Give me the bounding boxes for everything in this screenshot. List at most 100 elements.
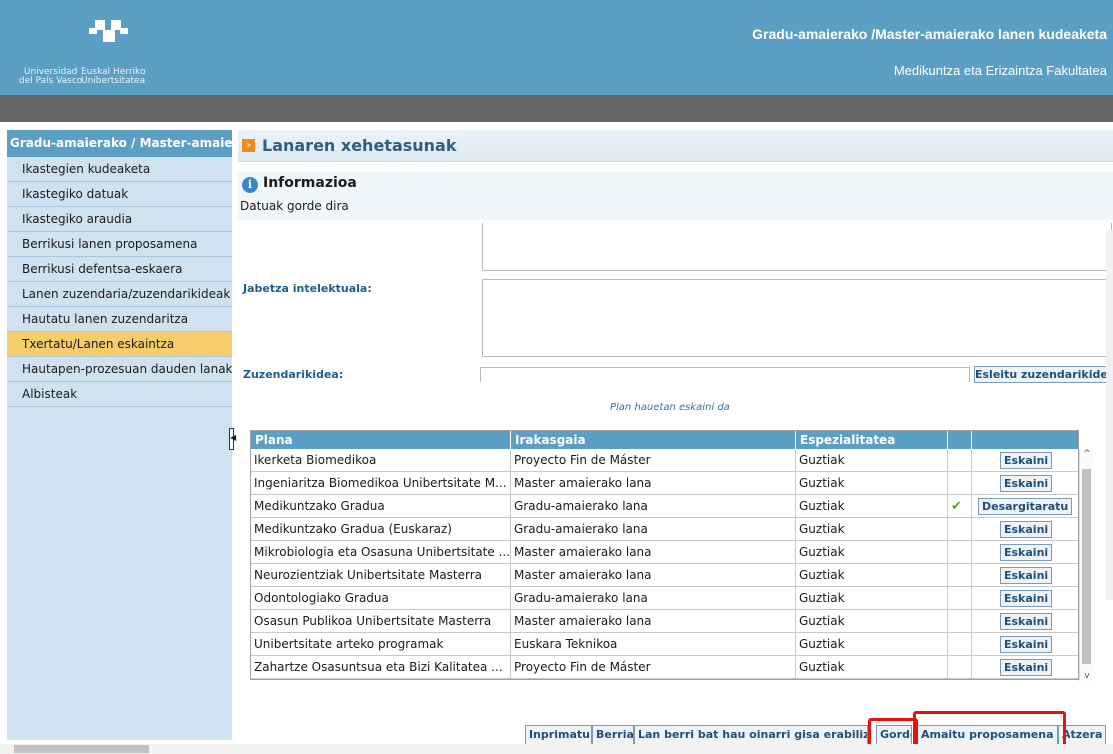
section-arrow-icon: › xyxy=(242,139,255,152)
table-row[interactable]: Medikuntzako Gradua (Euskaraz) Gradu-amai… xyxy=(251,518,1078,541)
sidebar-item-ikastegiko-araudia[interactable]: Ikastegiko araudia xyxy=(7,207,232,232)
offer-button[interactable]: Eskaini xyxy=(1000,636,1053,653)
plan-cell: Odontologiako Gradua xyxy=(251,587,511,610)
column-header-espezialitatea[interactable]: Espezialitatea xyxy=(796,431,948,449)
sidebar-hscroll-thumb[interactable] xyxy=(14,745,149,753)
action-cell: Eskaini xyxy=(972,656,1078,679)
codirector-label: Zuzendarikidea: xyxy=(243,368,344,381)
ehu-logo-icon xyxy=(89,20,128,42)
plans-table: Plana Irakasgaia Espezialitatea Ikerketa… xyxy=(250,430,1093,681)
sidebar-item-ikastegiko-datuak[interactable]: Ikastegiko datuak xyxy=(7,182,232,207)
specialty-cell: Guztiak xyxy=(796,472,948,495)
app-title: Gradu-amaierako /Master-amaierako lanen … xyxy=(752,26,1107,42)
table-row[interactable]: Ingeniaritza Biomedikoa Unibertsitate M.… xyxy=(251,472,1078,495)
table-row[interactable]: Ikerketa Biomedikoa Proyecto Fin de Máste… xyxy=(251,449,1078,472)
new-based-on-this-button[interactable]: Lan berri bat hau oinarri gisa erabiliz xyxy=(634,725,868,745)
info-panel: i Informazioa Datuak gorde dira xyxy=(238,172,1113,220)
table-row[interactable]: Neurozientziak Unibertsitate Masterra Mas… xyxy=(251,564,1078,587)
status-cell xyxy=(948,472,972,495)
scroll-up-icon[interactable]: ^ xyxy=(1080,449,1094,459)
sidebar-hscrollbar[interactable] xyxy=(0,744,232,754)
status-cell xyxy=(948,656,972,679)
action-cell: Desargitaratu xyxy=(972,495,1078,518)
offer-button[interactable]: Eskaini xyxy=(1000,567,1053,584)
status-cell xyxy=(948,633,972,656)
main-hscrollbar[interactable] xyxy=(232,744,1113,754)
action-cell: Eskaini xyxy=(972,633,1078,656)
subject-cell: Master amaierako lana xyxy=(511,564,796,587)
codirector-field[interactable] xyxy=(480,367,970,382)
print-button[interactable]: Inprimatu xyxy=(525,725,592,745)
sidebar-item-albisteak[interactable]: Albisteak xyxy=(7,382,232,407)
sidebar-item-hautatu-zuzendaritza[interactable]: Hautatu lanen zuzendaritza xyxy=(7,307,232,332)
offer-button[interactable]: Eskaini xyxy=(1000,475,1053,492)
subject-cell: Euskara Teknikoa xyxy=(511,633,796,656)
specialty-cell: Guztiak xyxy=(796,449,948,472)
sidebar-item-berrikusi-defentsa[interactable]: Berrikusi defentsa-eskaera xyxy=(7,257,232,282)
offer-button[interactable]: Eskaini xyxy=(1000,590,1053,607)
subject-cell: Gradu-amaierako lana xyxy=(511,518,796,541)
assign-codirector-button[interactable]: Esleitu zuzendarikidea xyxy=(974,366,1113,383)
main-scrollbar[interactable] xyxy=(1106,230,1113,600)
specialty-cell: Guztiak xyxy=(796,518,948,541)
published-check-icon: ✔ xyxy=(951,499,962,514)
plan-cell: Ingeniaritza Biomedikoa Unibertsitate M.… xyxy=(251,472,511,495)
status-cell xyxy=(948,564,972,587)
table-row[interactable]: Osasun Publikoa Unibertsitate Masterra Ma… xyxy=(251,610,1078,633)
offered-plans-caption: Plan hauetan eskaini da xyxy=(610,402,730,413)
logo-text-basque: Euskal Herriko Unibertsitatea xyxy=(81,67,146,86)
scroll-down-icon[interactable]: v xyxy=(1080,671,1094,681)
app-header: Universidad del País Vasco Euskal Herrik… xyxy=(0,0,1113,95)
plan-cell: Unibertsitate arteko programak xyxy=(251,633,511,656)
offer-button[interactable]: Eskaini xyxy=(1000,613,1053,630)
specialty-cell: Guztiak xyxy=(796,587,948,610)
status-cell: ✔ xyxy=(948,495,972,518)
status-cell xyxy=(948,518,972,541)
offer-button[interactable]: Eskaini xyxy=(1000,659,1053,676)
intellectual-property-field[interactable] xyxy=(482,279,1112,357)
offer-button[interactable]: Eskaini xyxy=(1000,544,1053,561)
offer-button[interactable]: Eskaini xyxy=(1000,452,1053,469)
sidebar-item-zuzendariak[interactable]: Lanen zuzendaria/zuzendarikideak xyxy=(7,282,232,307)
new-button[interactable]: Berria xyxy=(592,725,634,745)
action-cell: Eskaini xyxy=(972,564,1078,587)
status-cell xyxy=(948,610,972,633)
plan-cell: Medikuntzako Gradua (Euskaraz) xyxy=(251,518,511,541)
table-row[interactable]: Mikrobiologia eta Osasuna Unibertsitate … xyxy=(251,541,1078,564)
unpublish-button[interactable]: Desargitaratu xyxy=(978,498,1073,515)
sidebar-title: Gradu-amaierako / Master-amaierako xyxy=(7,130,232,157)
section-header: › Lanaren xehetasunak xyxy=(238,130,1113,162)
action-cell: Eskaini xyxy=(972,541,1078,564)
column-header-action xyxy=(972,431,1078,449)
sidebar-item-berrikusi-proposamena[interactable]: Berrikusi lanen proposamena xyxy=(7,232,232,257)
plan-cell: Medikuntzako Gradua xyxy=(251,495,511,518)
subject-cell: Master amaierako lana xyxy=(511,610,796,633)
table-row[interactable]: Medikuntzako Gradua Gradu-amaierako lana G… xyxy=(251,495,1078,518)
previous-textarea[interactable] xyxy=(482,223,1112,271)
table-row[interactable]: Zahartze Osasuntsua eta Bizi Kalitatea .… xyxy=(251,656,1078,679)
intellectual-property-label: Jabetza intelektuala: xyxy=(243,282,372,295)
university-logo[interactable]: Universidad del País Vasco Euskal Herrik… xyxy=(14,10,184,90)
action-cell: Eskaini xyxy=(972,610,1078,633)
nav-bar xyxy=(0,95,1113,122)
offer-button[interactable]: Eskaini xyxy=(1000,521,1053,538)
column-header-plana[interactable]: Plana xyxy=(251,431,511,449)
sidebar-item-ikastegien-kudeaketa[interactable]: Ikastegien kudeaketa xyxy=(7,157,232,182)
column-header-irakasgaia[interactable]: Irakasgaia xyxy=(511,431,796,449)
action-cell: Eskaini xyxy=(972,587,1078,610)
table-scrollbar[interactable]: ^ v xyxy=(1079,449,1093,681)
sidebar-item-lanen-eskaintza[interactable]: Txertatu/Lanen eskaintza xyxy=(7,332,232,357)
column-header-status xyxy=(948,431,972,449)
action-cell: Eskaini xyxy=(972,518,1078,541)
subject-cell: Master amaierako lana xyxy=(511,472,796,495)
table-row[interactable]: Odontologiako Gradua Gradu-amaierako lana… xyxy=(251,587,1078,610)
table-row[interactable]: Unibertsitate arteko programak Euskara Te… xyxy=(251,633,1078,656)
sidebar-item-hautapen-prozesua[interactable]: Hautapen-prozesuan dauden lanak xyxy=(7,357,232,382)
table-header: Plana Irakasgaia Espezialitatea xyxy=(251,431,1078,449)
scroll-thumb[interactable] xyxy=(1082,469,1091,664)
specialty-cell: Guztiak xyxy=(796,541,948,564)
plan-cell: Mikrobiologia eta Osasuna Unibertsitate … xyxy=(251,541,511,564)
status-cell xyxy=(948,541,972,564)
plan-cell: Zahartze Osasuntsua eta Bizi Kalitatea .… xyxy=(251,656,511,679)
subject-cell: Proyecto Fin de Máster xyxy=(511,656,796,679)
